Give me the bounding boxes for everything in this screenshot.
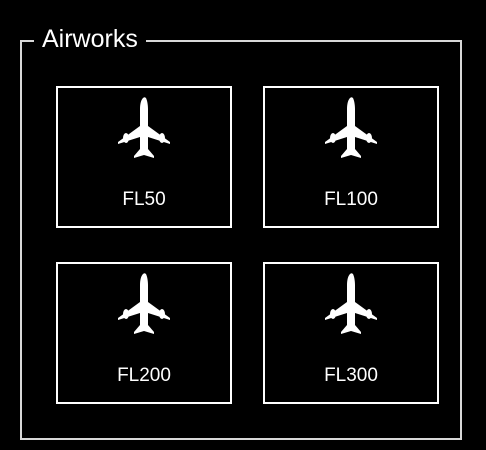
fl200-button[interactable]: FL200 <box>56 262 232 404</box>
airplane-icon <box>323 272 379 352</box>
fl50-button[interactable]: FL50 <box>56 86 232 228</box>
airplane-icon <box>116 96 172 176</box>
tile-label: FL50 <box>122 189 166 210</box>
tile-label: FL100 <box>324 189 378 210</box>
fl300-button[interactable]: FL300 <box>263 262 439 404</box>
fl100-button[interactable]: FL100 <box>263 86 439 228</box>
tile-label: FL200 <box>117 365 171 386</box>
tile-label: FL300 <box>324 365 378 386</box>
airplane-icon <box>323 96 379 176</box>
airplane-icon <box>116 272 172 352</box>
groupbox-title: Airworks <box>34 22 146 56</box>
